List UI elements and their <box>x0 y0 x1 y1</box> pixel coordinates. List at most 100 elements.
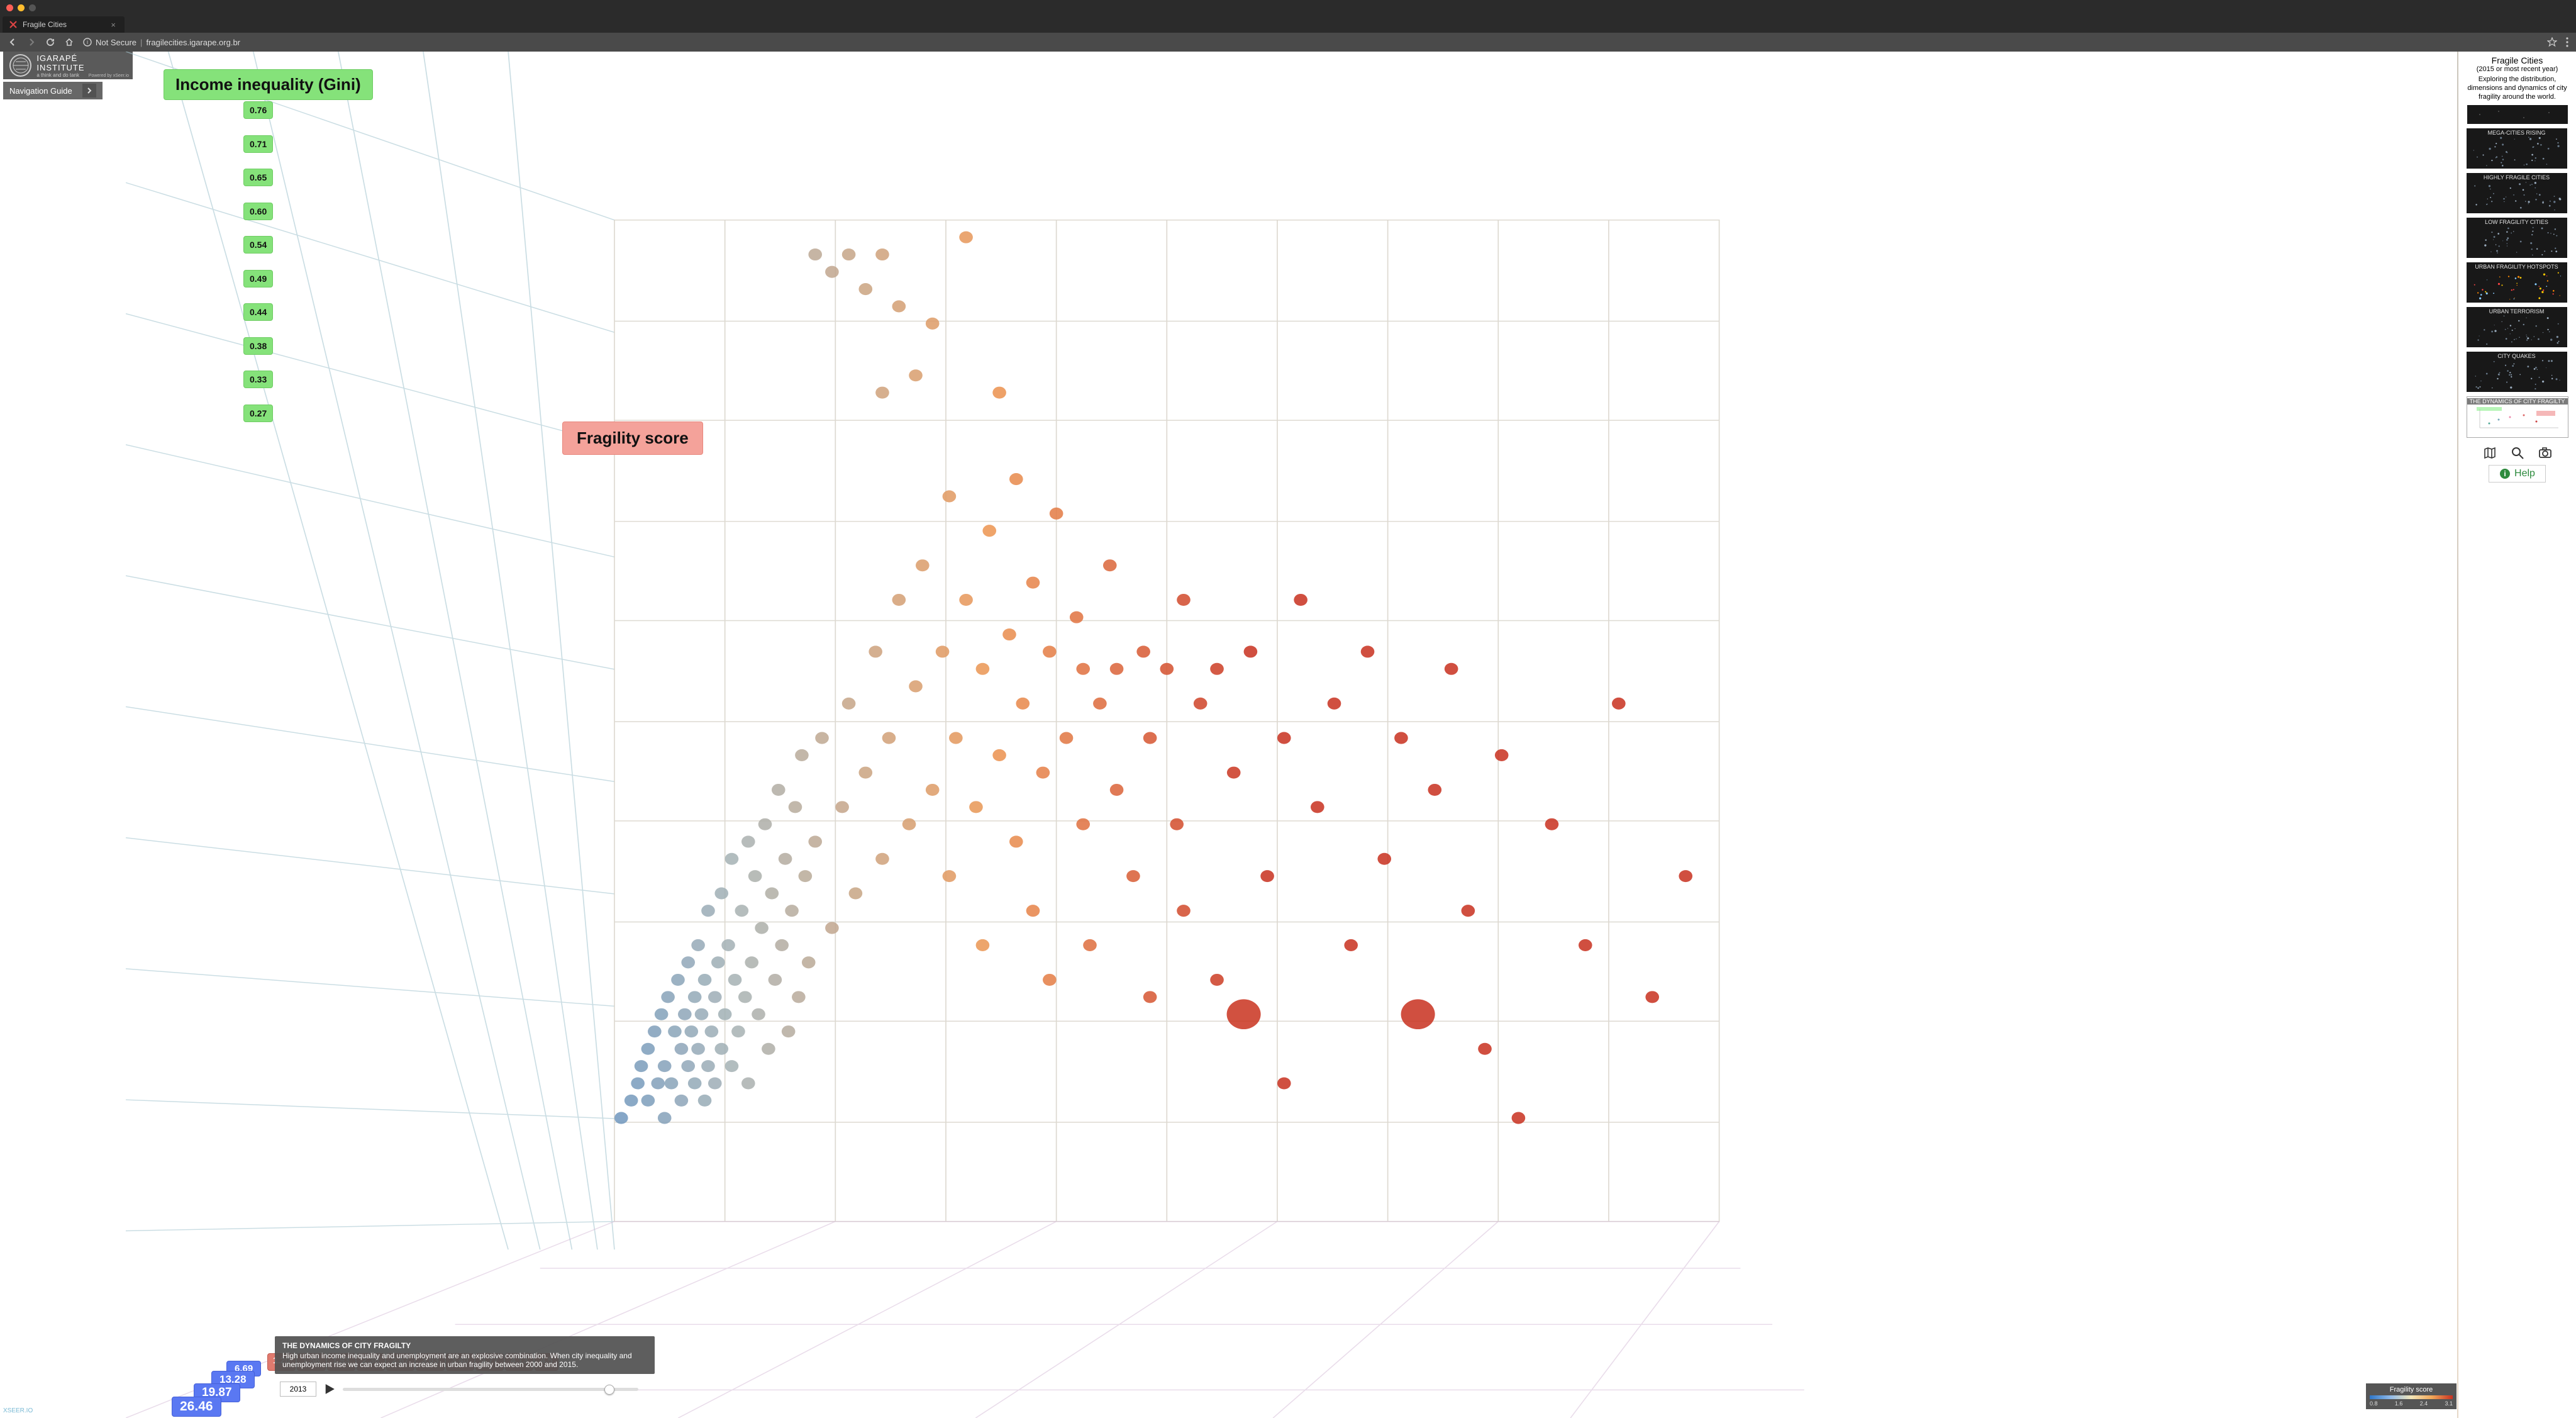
data-point[interactable] <box>698 974 712 986</box>
data-point[interactable] <box>678 1008 692 1020</box>
nav-home-icon[interactable] <box>64 37 74 47</box>
data-point[interactable] <box>1093 698 1107 710</box>
story-card[interactable]: THE DYNAMICS OF CITY FRAGILTY <box>2467 396 2568 438</box>
data-point[interactable] <box>795 749 809 761</box>
data-point[interactable] <box>943 490 957 502</box>
data-point[interactable] <box>695 1008 709 1020</box>
data-point[interactable] <box>648 1025 662 1037</box>
data-point[interactable] <box>802 956 816 968</box>
data-point[interactable] <box>1177 594 1191 606</box>
data-point[interactable] <box>1445 663 1458 675</box>
data-point[interactable] <box>1260 870 1274 882</box>
data-point[interactable] <box>1361 645 1375 657</box>
data-point[interactable] <box>631 1077 645 1089</box>
data-point[interactable] <box>959 594 973 606</box>
chrome-menu-icon[interactable] <box>2566 37 2568 47</box>
data-point[interactable] <box>782 1025 796 1037</box>
data-point[interactable] <box>691 939 705 951</box>
data-point[interactable] <box>1076 818 1090 830</box>
nav-reload-icon[interactable] <box>45 37 55 47</box>
data-point[interactable] <box>1136 645 1150 657</box>
data-point[interactable] <box>1103 559 1117 571</box>
data-point[interactable] <box>675 1043 689 1055</box>
data-point[interactable] <box>625 1095 638 1107</box>
data-point[interactable] <box>892 300 906 312</box>
data-point[interactable] <box>1210 663 1224 675</box>
data-point[interactable] <box>635 1060 648 1072</box>
data-point[interactable] <box>1311 801 1324 813</box>
data-point[interactable] <box>651 1077 665 1089</box>
mac-maximize-button[interactable] <box>29 4 36 11</box>
data-point[interactable] <box>765 887 779 899</box>
data-point[interactable] <box>858 767 872 779</box>
data-point[interactable] <box>671 974 685 986</box>
data-point[interactable] <box>772 784 786 796</box>
data-point[interactable] <box>745 956 758 968</box>
data-point[interactable] <box>1512 1112 1526 1124</box>
data-point[interactable] <box>728 974 742 986</box>
data-point[interactable] <box>909 369 923 381</box>
browser-tab[interactable]: Fragile Cities × <box>3 16 125 33</box>
data-point[interactable] <box>785 905 799 917</box>
data-point[interactable] <box>842 248 856 260</box>
data-point[interactable] <box>755 922 769 934</box>
timeline-year[interactable]: 2013 <box>280 1382 316 1397</box>
data-point[interactable] <box>775 939 789 951</box>
data-point[interactable] <box>1401 999 1435 1029</box>
data-point[interactable] <box>1110 784 1124 796</box>
story-card[interactable]: URBAN TERRORISM <box>2467 307 2567 347</box>
data-point[interactable] <box>769 974 782 986</box>
tab-close-icon[interactable]: × <box>111 20 116 30</box>
data-point[interactable] <box>916 559 930 571</box>
data-point[interactable] <box>718 1008 732 1020</box>
data-point[interactable] <box>943 870 957 882</box>
data-point[interactable] <box>1428 784 1441 796</box>
navigation-guide-button[interactable]: Navigation Guide <box>3 82 103 99</box>
data-point[interactable] <box>731 1025 745 1037</box>
data-point[interactable] <box>684 1025 698 1037</box>
camera-icon[interactable] <box>2537 445 2553 461</box>
data-point[interactable] <box>1083 939 1097 951</box>
data-point[interactable] <box>658 1060 672 1072</box>
data-point[interactable] <box>688 1077 702 1089</box>
data-point[interactable] <box>1043 645 1057 657</box>
data-point[interactable] <box>681 1060 695 1072</box>
data-point[interactable] <box>1328 698 1341 710</box>
nav-forward-icon[interactable] <box>26 37 36 47</box>
data-point[interactable] <box>1645 991 1659 1003</box>
data-point[interactable] <box>714 887 728 899</box>
data-point[interactable] <box>1160 663 1174 675</box>
data-point[interactable] <box>808 835 822 847</box>
data-point[interactable] <box>976 939 990 951</box>
data-point[interactable] <box>1377 853 1391 865</box>
data-point[interactable] <box>1143 732 1157 744</box>
data-point[interactable] <box>842 698 856 710</box>
data-point[interactable] <box>1579 939 1592 951</box>
data-point[interactable] <box>1194 698 1208 710</box>
story-card[interactable]: URBAN FRAGILITY HOTSPOTS <box>2467 262 2567 303</box>
timeline-play-button[interactable] <box>323 1382 336 1396</box>
data-point[interactable] <box>835 801 849 813</box>
data-point[interactable] <box>969 801 983 813</box>
data-point[interactable] <box>1394 732 1408 744</box>
data-point[interactable] <box>1277 1077 1291 1089</box>
data-point[interactable] <box>708 991 722 1003</box>
data-point[interactable] <box>741 1077 755 1089</box>
bookmark-star-icon[interactable] <box>2547 37 2557 47</box>
data-point[interactable] <box>655 1008 669 1020</box>
data-point[interactable] <box>675 1095 689 1107</box>
data-point[interactable] <box>992 749 1006 761</box>
data-point[interactable] <box>1050 508 1063 520</box>
data-point[interactable] <box>926 784 940 796</box>
nav-back-icon[interactable] <box>8 37 18 47</box>
data-point[interactable] <box>815 732 829 744</box>
data-point[interactable] <box>1043 974 1057 986</box>
data-point[interactable] <box>698 1095 712 1107</box>
data-point[interactable] <box>614 1112 628 1124</box>
data-point[interactable] <box>1478 1043 1492 1055</box>
data-point[interactable] <box>1143 991 1157 1003</box>
data-point[interactable] <box>825 266 839 278</box>
igarape-logo[interactable]: IGARAPÉ INSTITUTE a think and do tank Po… <box>3 52 133 79</box>
data-point[interactable] <box>909 680 923 692</box>
data-point[interactable] <box>725 853 739 865</box>
